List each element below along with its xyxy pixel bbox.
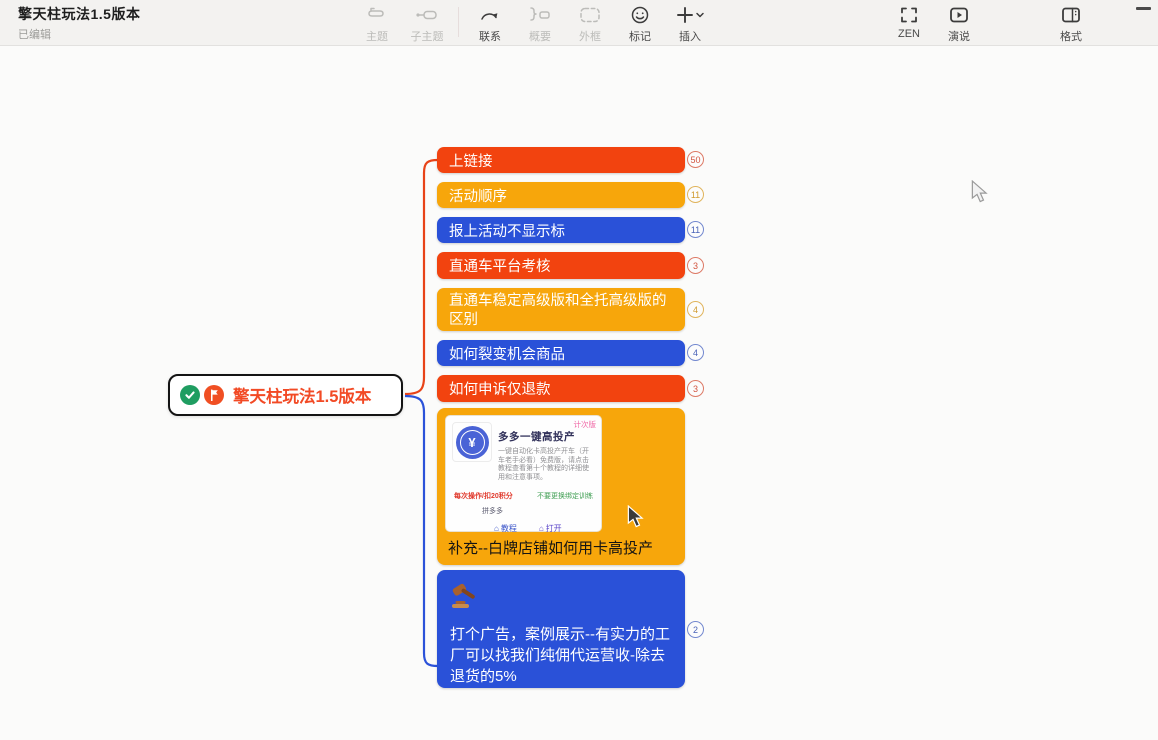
tool-format[interactable]: 格式 [1046,3,1096,44]
topic-node-3[interactable]: 报上活动不显示标 [437,217,685,243]
topic-badge-7[interactable]: 3 [687,380,704,397]
tool-subtopic-label: 子主题 [411,28,444,44]
app-window: 擎天柱玩法1.5版本 已编辑 主题 子主题 联系 [0,0,1158,740]
open-button[interactable]: ⌂打开 [539,523,562,534]
topic-badge-1[interactable]: 50 [687,151,704,168]
present-icon [947,3,971,27]
topic-badge-3[interactable]: 11 [687,221,704,238]
root-topic-label: 擎天柱玩法1.5版本 [233,383,371,407]
topic-label: 直通车平台考核 [449,255,551,276]
badge-count: 11 [691,190,700,200]
topic-node-8-card[interactable]: 计次版 ¥ 多多一键高投产 一键自动化卡高投产开车（开车老手必看）免费版，请点击… [437,408,685,565]
relationship-icon [478,3,502,27]
badge-count: 3 [693,261,698,271]
tool-app-icon: ¥ [452,422,492,462]
note-text: 打个广告，案例展示--有实力的工厂可以找我们纯佣代运营收-除去退货的5% [450,624,673,687]
badge-count: 11 [691,225,700,235]
document-status: 已编辑 [18,26,140,42]
topic-label: 活动顺序 [449,185,507,206]
toolbar-right-group: ZEN 演说 格式 [884,3,1096,44]
secondary-cursor [971,180,989,209]
badge-count: 3 [693,384,698,394]
topic-badge-9[interactable]: 2 [687,621,704,638]
gavel-icon [450,599,482,616]
topic-icon [365,3,389,27]
window-minimize-dash[interactable] [1136,7,1151,10]
topic-node-1[interactable]: 上链接 [437,147,685,173]
tool-topic-label: 主题 [366,28,388,44]
tool-zen[interactable]: ZEN [884,3,934,40]
tool-insert-label: 插入 [679,28,701,44]
tool-present-label: 演说 [948,28,970,44]
topic-label: 如何申诉仅退款 [449,378,551,399]
embed-note-green: 不要更换绑定训练 [537,491,593,501]
toolbar: 擎天柱玩法1.5版本 已编辑 主题 子主题 联系 [0,0,1158,46]
root-node[interactable]: 擎天柱玩法1.5版本 [168,374,403,416]
home-icon: ⌂ [539,524,544,533]
tool-summary[interactable]: 概要 [515,3,565,44]
card-caption: 补充--白牌店铺如何用卡高投产 [448,537,653,558]
tool-boundary[interactable]: 外框 [565,3,615,44]
summary-icon [527,3,553,27]
branch-upper-red [405,160,438,394]
embed-title: 多多一键高投产 [498,429,595,444]
embed-description: 一键自动化卡高投产开车（开车老手必看）免费版，请点击教程查看第十个教程的详细使用… [498,448,595,482]
topic-badge-5[interactable]: 4 [687,301,704,318]
badge-count: 2 [693,625,698,635]
tutorial-button[interactable]: ⌂教程 [494,523,517,534]
tool-insert[interactable]: 插入 [665,3,715,44]
home-icon: ⌂ [494,524,499,533]
format-icon [1059,3,1083,27]
toolbar-center-group: 主题 子主题 联系 概要 [352,3,715,44]
topic-badge-6[interactable]: 4 [687,344,704,361]
topic-label: 上链接 [449,150,493,171]
topic-badge-4[interactable]: 3 [687,257,704,274]
tool-boundary-label: 外框 [579,28,601,44]
topic-label: 直通车稳定高级版和全托高级版的区别 [449,292,673,329]
topic-node-7[interactable]: 如何申诉仅退款 [437,375,685,402]
tool-subtopic[interactable]: 子主题 [402,3,452,44]
topic-node-4[interactable]: 直通车平台考核 [437,252,685,279]
document-info: 擎天柱玩法1.5版本 已编辑 [18,4,140,42]
insert-icon [675,3,705,27]
badge-count: 50 [690,155,700,165]
topic-label: 报上活动不显示标 [449,220,565,241]
topic-node-6[interactable]: 如何裂变机会商品 [437,340,685,366]
tool-relationship[interactable]: 联系 [465,3,515,44]
embed-note-red: 每次操作/扣20积分 [454,491,513,501]
embedded-screenshot: 计次版 ¥ 多多一键高投产 一键自动化卡高投产开车（开车老手必看）免费版，请点击… [445,415,602,532]
badge-count: 4 [693,348,698,358]
tool-relationship-label: 联系 [479,28,501,44]
boundary-icon [578,3,602,27]
tool-marker-label: 标记 [629,28,651,44]
version-tag: 计次版 [574,419,597,430]
tool-topic[interactable]: 主题 [352,3,402,44]
flag-marker-icon[interactable] [204,385,224,405]
tool-summary-label: 概要 [529,28,551,44]
topic-node-9-note[interactable]: 打个广告，案例展示--有实力的工厂可以找我们纯佣代运营收-除去退货的5% [437,570,685,688]
badge-count: 4 [693,305,698,315]
topic-node-2[interactable]: 活动顺序 [437,182,685,208]
tool-marker[interactable]: 标记 [615,3,665,44]
subtopic-icon [414,3,440,27]
toolbar-separator [458,7,459,37]
tool-present[interactable]: 演说 [934,3,984,44]
topic-label: 如何裂变机会商品 [449,343,565,364]
embed-platform: 拼多多 [482,506,595,516]
task-done-marker-icon[interactable] [180,385,200,405]
tool-format-label: 格式 [1060,28,1082,44]
topic-node-5[interactable]: 直通车稳定高级版和全托高级版的区别 [437,288,685,331]
topic-badge-2[interactable]: 11 [687,186,704,203]
marker-icon [629,3,651,27]
mindmap-canvas[interactable]: 擎天柱玩法1.5版本 上链接 活动顺序 报上活动不显示标 直通车平台考核 直通车… [0,47,1158,740]
document-title: 擎天柱玩法1.5版本 [18,4,140,24]
tool-zen-label: ZEN [898,28,920,40]
branch-lower-blue [405,396,438,666]
zen-icon [897,3,921,27]
